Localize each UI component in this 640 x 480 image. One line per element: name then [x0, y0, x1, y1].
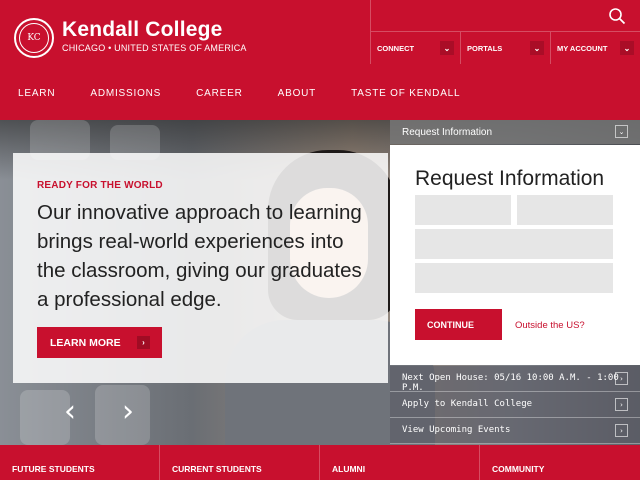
events-label: View Upcoming Events: [402, 425, 511, 435]
chevron-down-icon: ⌄: [440, 41, 454, 55]
site-header: KC Kendall College CHICAGO • UNITED STAT…: [0, 0, 640, 120]
chevron-right-icon: ›: [615, 398, 628, 411]
nav-learn[interactable]: LEARN: [18, 88, 55, 106]
request-info-tab[interactable]: Request Information ⌄: [390, 120, 640, 144]
search-bar: [370, 0, 640, 32]
utility-links: CONNECT ⌄ PORTALS ⌄ MY ACCOUNT ⌄: [370, 32, 640, 64]
nav-about[interactable]: ABOUT: [278, 88, 316, 106]
connect-dropdown[interactable]: CONNECT ⌄: [370, 32, 460, 64]
chevron-right-icon: ›: [137, 336, 150, 349]
audience-community[interactable]: COMMUNITY: [480, 445, 640, 480]
slider-next-arrow[interactable]: ›: [116, 395, 140, 429]
hero-promo-card: READY FOR THE WORLD Our innovative appro…: [13, 153, 388, 383]
open-house-label: Next Open House: 05/16 10:00 A.M. - 1:00…: [402, 373, 619, 393]
audience-future-students[interactable]: FUTURE STUDENTS: [0, 445, 160, 480]
chevron-down-icon: ⌄: [615, 125, 628, 138]
nav-taste-of-kendall[interactable]: TASTE OF KENDALL: [351, 88, 460, 106]
brand-name[interactable]: Kendall College: [62, 18, 223, 42]
request-info-tab-label: Request Information: [402, 127, 493, 138]
continue-button[interactable]: CONTINUE: [415, 309, 502, 340]
first-name-field[interactable]: [415, 195, 511, 225]
learn-more-button[interactable]: LEARN MORE ›: [37, 327, 162, 358]
my-account-dropdown[interactable]: MY ACCOUNT ⌄: [550, 32, 640, 64]
audience-bar: FUTURE STUDENTS CURRENT STUDENTS ALUMNI …: [0, 445, 640, 480]
brand-tagline: CHICAGO • UNITED STATES OF AMERICA: [62, 43, 247, 53]
logo-monogram: KC: [19, 23, 49, 53]
promo-kicker: READY FOR THE WORLD: [37, 180, 163, 191]
open-house-link[interactable]: Next Open House: 05/16 10:00 A.M. - 1:00…: [390, 366, 640, 393]
program-select[interactable]: [415, 263, 613, 293]
college-seal-logo[interactable]: KC: [14, 18, 54, 58]
quick-links: Next Open House: 05/16 10:00 A.M. - 1:00…: [390, 366, 640, 444]
promo-headline: Our innovative approach to learning brin…: [37, 201, 362, 311]
chevron-down-icon: ⌄: [620, 41, 634, 55]
chevron-right-icon: ›: [615, 372, 628, 385]
connect-label: CONNECT: [377, 44, 415, 53]
nav-career[interactable]: CAREER: [196, 88, 242, 106]
apply-label: Apply to Kendall College: [402, 399, 533, 409]
last-name-field[interactable]: [517, 195, 613, 225]
utility-bar: CONNECT ⌄ PORTALS ⌄ MY ACCOUNT ⌄: [370, 0, 640, 64]
outside-us-link[interactable]: Outside the US?: [515, 320, 585, 331]
chevron-right-icon: ›: [615, 424, 628, 437]
request-info-title: Request Information: [415, 167, 605, 190]
main-nav: LEARN ADMISSIONS CAREER ABOUT TASTE OF K…: [0, 88, 640, 106]
events-link[interactable]: View Upcoming Events ›: [390, 418, 640, 444]
slider-prev-arrow[interactable]: ‹: [58, 395, 82, 429]
search-icon[interactable]: [608, 7, 626, 25]
learn-more-label: LEARN MORE: [50, 337, 121, 349]
portals-label: PORTALS: [467, 44, 503, 53]
email-field[interactable]: [415, 229, 613, 259]
request-info-form: Request Information CONTINUE Outside the…: [390, 145, 640, 365]
my-account-label: MY ACCOUNT: [557, 44, 608, 53]
audience-current-students[interactable]: CURRENT STUDENTS: [160, 445, 320, 480]
apply-link[interactable]: Apply to Kendall College ›: [390, 392, 640, 418]
audience-alumni[interactable]: ALUMNI: [320, 445, 480, 480]
chevron-down-icon: ⌄: [530, 41, 544, 55]
portals-dropdown[interactable]: PORTALS ⌄: [460, 32, 550, 64]
nav-admissions[interactable]: ADMISSIONS: [90, 88, 161, 106]
